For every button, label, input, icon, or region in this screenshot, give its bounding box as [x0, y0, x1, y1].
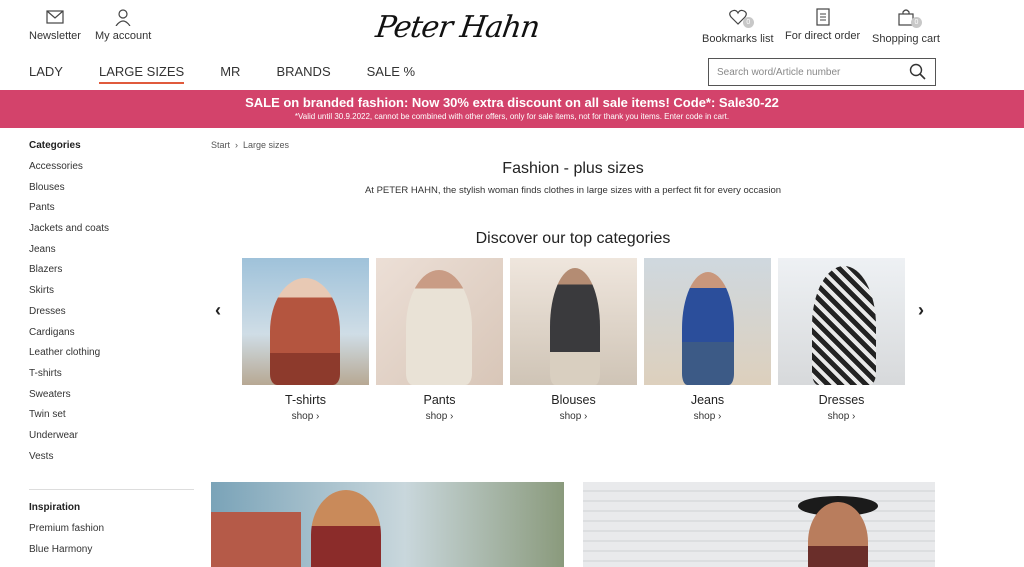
- page-subtitle: At PETER HAHN, the stylish woman finds c…: [364, 185, 782, 196]
- category-label: Blouses: [551, 393, 596, 407]
- jeans-image: [644, 258, 771, 385]
- promo-tile-left[interactable]: [211, 482, 564, 567]
- shop-link[interactable]: shop ›: [376, 411, 503, 422]
- promo-tile-right[interactable]: [583, 482, 935, 567]
- sidebar-item-skirts[interactable]: Skirts: [29, 285, 194, 306]
- top-bar: Newsletter My account Peter Hahn 0 Bookm…: [0, 0, 1024, 50]
- peter-hahn-logo[interactable]: Peter Hahn: [374, 10, 542, 45]
- category-card-dresses[interactable]: Dresses shop ›: [778, 258, 905, 422]
- dresses-image: [778, 258, 905, 385]
- inspiration-heading: Inspiration: [29, 502, 81, 514]
- sidebar-item-cardigans[interactable]: Cardigans: [29, 327, 194, 348]
- sidebar-item-premium[interactable]: Premium fashion: [29, 523, 194, 544]
- nav-sale[interactable]: SALE %: [367, 64, 415, 84]
- sidebar-item-twinset[interactable]: Twin set: [29, 409, 194, 430]
- sidebar-item-pants[interactable]: Pants: [29, 202, 194, 223]
- banner-note: *Valid until 30.9.2022, cannot be combin…: [294, 112, 730, 121]
- sidebar-item-blue-harmony[interactable]: Blue Harmony: [29, 544, 194, 565]
- sidebar-item-underwear[interactable]: Underwear: [29, 430, 194, 451]
- category-label: Pants: [423, 393, 456, 407]
- sidebar-divider: [29, 489, 194, 491]
- carousel-prev-button[interactable]: ‹: [215, 300, 221, 321]
- direct-order-label: For direct order: [785, 30, 861, 42]
- banner-headline: SALE on branded fashion: Now 30% extra d…: [245, 95, 779, 110]
- cart-label: Shopping cart: [872, 33, 940, 45]
- account-label: My account: [95, 30, 152, 42]
- shop-link[interactable]: shop ›: [242, 411, 369, 422]
- sidebar-item-leather[interactable]: Leather clothing: [29, 347, 194, 368]
- bookmarks-label: Bookmarks list: [702, 33, 774, 45]
- carousel-next-button[interactable]: ›: [918, 300, 924, 321]
- breadcrumb-separator: ›: [235, 140, 239, 150]
- account-link[interactable]: My account: [95, 8, 151, 42]
- main-nav: LADY LARGE SIZES MR BRANDS SALE %: [29, 64, 451, 84]
- nav-large-sizes[interactable]: LARGE SIZES: [98, 64, 185, 84]
- categories-heading: Categories: [29, 140, 81, 151]
- sidebar-item-blazers[interactable]: Blazers: [29, 264, 194, 285]
- search-placeholder: Search word/Article number: [717, 66, 841, 78]
- sidebar: Categories Accessories Blouses Pants Jac…: [29, 140, 194, 565]
- newsletter-label: Newsletter: [29, 30, 81, 42]
- sale-banner[interactable]: SALE on branded fashion: Now 30% extra d…: [0, 90, 1024, 128]
- category-label: T-shirts: [285, 393, 326, 407]
- nav-lady[interactable]: LADY: [29, 64, 63, 84]
- cart-link[interactable]: 0 Shopping cart: [872, 8, 940, 45]
- bookmarks-badge: 0: [742, 17, 754, 28]
- breadcrumb: Start › Large sizes: [211, 140, 289, 150]
- shop-link[interactable]: shop ›: [778, 411, 905, 422]
- cart-badge: 0: [910, 17, 922, 28]
- page-title: Fashion - plus sizes: [502, 160, 644, 177]
- tshirts-image: [242, 258, 369, 385]
- user-icon: [115, 9, 131, 26]
- nav-mr[interactable]: MR: [220, 64, 240, 84]
- breadcrumb-current: Large sizes: [243, 140, 290, 150]
- search-input[interactable]: Search word/Article number: [708, 58, 936, 86]
- search-icon[interactable]: [909, 63, 927, 81]
- breadcrumb-start[interactable]: Start: [211, 140, 230, 150]
- bookmarks-link[interactable]: 0 Bookmarks list: [702, 8, 774, 45]
- category-card-blouses[interactable]: Blouses shop ›: [510, 258, 637, 422]
- shop-link[interactable]: shop ›: [644, 411, 771, 422]
- shop-link[interactable]: shop ›: [510, 411, 637, 422]
- sidebar-item-dresses[interactable]: Dresses: [29, 306, 194, 327]
- category-card-pants[interactable]: Pants shop ›: [376, 258, 503, 422]
- newsletter-link[interactable]: Newsletter: [29, 8, 81, 42]
- category-label: Dresses: [818, 393, 865, 407]
- category-card-jeans[interactable]: Jeans shop ›: [644, 258, 771, 422]
- nav-brands[interactable]: BRANDS: [276, 64, 330, 84]
- category-label: Jeans: [690, 393, 725, 407]
- clipboard-icon: [815, 8, 830, 26]
- top-categories-title: Discover our top categories: [475, 230, 671, 247]
- pants-image: [376, 258, 503, 385]
- sidebar-item-sweaters[interactable]: Sweaters: [29, 389, 194, 410]
- blouses-image: [510, 258, 637, 385]
- category-card-tshirts[interactable]: T-shirts shop ›: [242, 258, 369, 422]
- sidebar-item-tshirts[interactable]: T-shirts: [29, 368, 194, 389]
- envelope-icon: [46, 10, 64, 24]
- direct-order-link[interactable]: For direct order: [785, 8, 860, 42]
- sidebar-item-vests[interactable]: Vests: [29, 451, 194, 472]
